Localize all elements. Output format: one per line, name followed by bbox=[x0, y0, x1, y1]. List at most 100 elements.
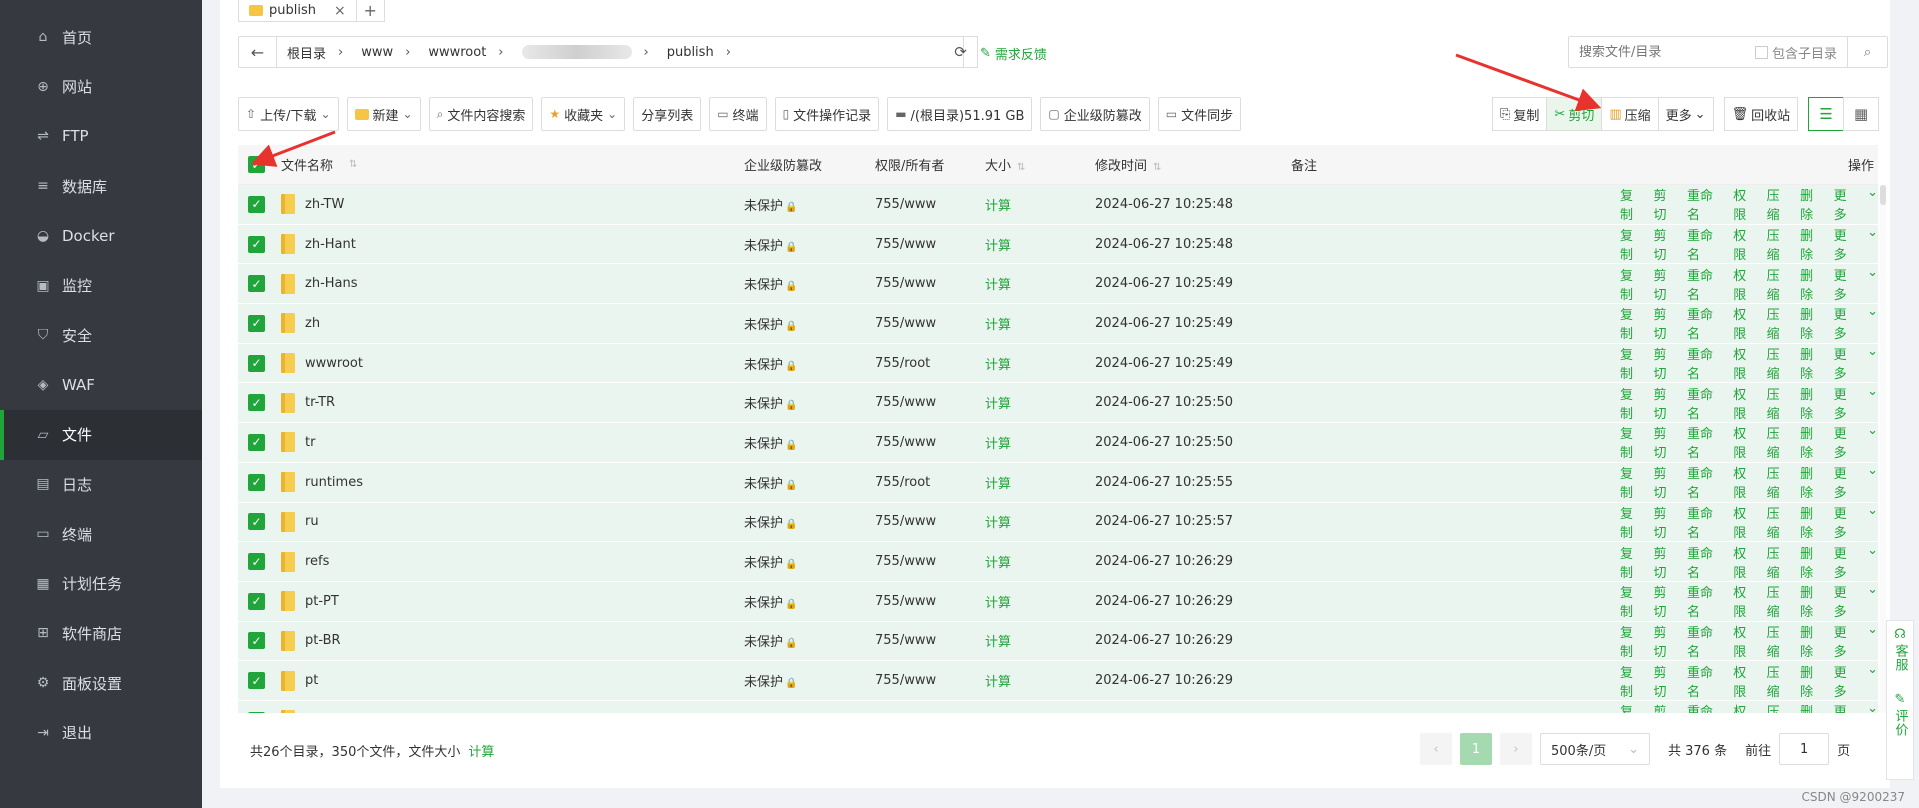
calc-size-link[interactable]: 计算 bbox=[985, 473, 1011, 492]
calc-size-link[interactable]: 计算 bbox=[985, 671, 1011, 690]
file-name-cell[interactable]: ru bbox=[281, 511, 319, 532]
calc-size-link[interactable]: 计算 bbox=[985, 711, 1011, 713]
file-name-cell[interactable]: zh-TW bbox=[281, 194, 344, 215]
table-row[interactable]: ✓ pt 未保护 🔒 755/www 计算 2024-06-27 10:26:29 复制 剪切重… bbox=[238, 661, 1878, 701]
row-op-0[interactable]: 复制 bbox=[1620, 423, 1645, 461]
sidebar-item-10[interactable]: ▭ 终端 bbox=[0, 509, 202, 559]
permission-cell[interactable]: 755/www bbox=[875, 514, 936, 529]
row-op-6[interactable]: 更多 bbox=[1834, 582, 1859, 620]
file-name-cell[interactable]: zh bbox=[281, 313, 320, 334]
header-name[interactable]: 文件名称 ⇅ bbox=[281, 155, 357, 174]
row-op-5[interactable]: 删除 bbox=[1800, 463, 1825, 501]
breadcrumb-root[interactable]: 根目录 › bbox=[277, 43, 351, 62]
row-op-1[interactable]: 剪切 bbox=[1653, 304, 1678, 342]
row-op-0[interactable]: 复制 bbox=[1620, 582, 1645, 620]
row-op-2[interactable]: 重命名 bbox=[1687, 582, 1725, 620]
row-checkbox[interactable]: ✓ bbox=[248, 195, 265, 213]
include-subdir-checkbox[interactable]: 包含子目录 bbox=[1754, 43, 1847, 62]
refresh-icon[interactable]: ⟳ bbox=[944, 36, 978, 68]
row-op-6[interactable]: 更多 bbox=[1834, 622, 1859, 660]
permission-cell[interactable]: 755/www bbox=[875, 673, 936, 688]
permission-cell[interactable]: 755/www bbox=[875, 237, 936, 252]
row-op-0[interactable]: 复制 bbox=[1620, 503, 1645, 541]
row-checkbox[interactable]: ✓ bbox=[248, 314, 265, 332]
row-op-4[interactable]: 压缩 bbox=[1767, 662, 1792, 700]
row-op-0[interactable]: 复制 bbox=[1620, 662, 1645, 700]
row-op-6[interactable]: 更多 bbox=[1834, 304, 1859, 342]
row-op-4[interactable]: 压缩 bbox=[1767, 225, 1792, 263]
row-op-2[interactable]: 重命名 bbox=[1687, 543, 1725, 581]
row-op-0[interactable]: 复制 bbox=[1620, 622, 1645, 660]
batch-more-button[interactable]: 更多 ⌄ bbox=[1657, 97, 1714, 131]
row-op-3[interactable]: 权限 bbox=[1733, 503, 1758, 541]
table-row[interactable]: ✓ zh 未保护 🔒 755/www 计算 2024-06-27 10:25:49 复制 剪切重… bbox=[238, 304, 1878, 344]
row-checkbox[interactable]: ✓ bbox=[248, 711, 265, 713]
favorites-button[interactable]: ★ 收藏夹 ⌄ bbox=[541, 97, 626, 131]
permission-cell[interactable]: 755/root bbox=[875, 356, 930, 371]
sidebar-item-9[interactable]: ▤ 日志 bbox=[0, 459, 202, 509]
file-name-cell[interactable]: runtimes bbox=[281, 472, 363, 493]
file-name-cell[interactable]: zh-Hans bbox=[281, 273, 358, 294]
row-op-2[interactable]: 重命名 bbox=[1687, 622, 1725, 660]
permission-cell[interactable]: 755/www bbox=[875, 633, 936, 648]
row-op-0[interactable]: 复制 bbox=[1620, 543, 1645, 581]
close-icon[interactable]: × bbox=[334, 3, 346, 19]
row-op-1[interactable]: 剪切 bbox=[1653, 582, 1678, 620]
row-op-1[interactable]: 剪切 bbox=[1653, 225, 1678, 263]
row-op-1[interactable]: 剪切 bbox=[1653, 701, 1678, 713]
breadcrumb-redacted[interactable]: › bbox=[512, 45, 657, 60]
row-op-6[interactable]: 更多 bbox=[1834, 503, 1859, 541]
share-list-button[interactable]: 分享列表 bbox=[633, 97, 702, 131]
permission-cell[interactable]: 755/root bbox=[875, 475, 930, 490]
protect-status[interactable]: 未保护🔒 bbox=[744, 512, 797, 531]
row-op-3[interactable]: 权限 bbox=[1733, 265, 1758, 303]
calc-size-link[interactable]: 计算 bbox=[985, 393, 1011, 412]
table-row[interactable]: ✓ zh-TW 未保护 🔒 755/www 计算 2024-06-27 10:25:48 复制… bbox=[238, 185, 1878, 225]
row-op-4[interactable]: 压缩 bbox=[1767, 543, 1792, 581]
table-row[interactable]: ✓ tr 未保护 🔒 755/www 计算 2024-06-27 10:25:50 复制 剪切重… bbox=[238, 423, 1878, 463]
sidebar-item-12[interactable]: ⊞ 软件商店 bbox=[0, 608, 202, 658]
row-op-1[interactable]: 剪切 bbox=[1653, 423, 1678, 461]
breadcrumb-publish[interactable]: publish › bbox=[657, 45, 739, 60]
sidebar-item-11[interactable]: ▦ 计划任务 bbox=[0, 559, 202, 609]
file-name-cell[interactable]: pl bbox=[281, 710, 317, 713]
row-op-6[interactable]: 更多 bbox=[1834, 185, 1859, 223]
table-row[interactable]: ✓ zh-Hant 未保护 🔒 755/www 计算 2024-06-27 10:25:48… bbox=[238, 224, 1878, 265]
row-op-5[interactable]: 删除 bbox=[1800, 423, 1825, 461]
protect-status[interactable]: 未保护🔒 bbox=[744, 711, 797, 713]
row-checkbox[interactable]: ✓ bbox=[248, 672, 265, 690]
table-row[interactable]: ✓ pt-BR 未保护 🔒 755/www 计算 2024-06-27 10:26:29 复制… bbox=[238, 621, 1878, 662]
file-sync-button[interactable]: ▭ 文件同步 bbox=[1157, 97, 1242, 131]
file-name-cell[interactable]: zh-Hant bbox=[281, 234, 356, 255]
row-op-1[interactable]: 剪切 bbox=[1653, 463, 1678, 501]
row-op-5[interactable]: 删除 bbox=[1800, 662, 1825, 700]
table-row[interactable]: ✓ refs 未保护 🔒 755/www 计算 2024-06-27 10:26:29 复制剪… bbox=[238, 542, 1878, 582]
select-all-checkbox[interactable]: ✓ bbox=[248, 156, 265, 173]
row-op-3[interactable]: 权限 bbox=[1733, 185, 1758, 223]
row-op-4[interactable]: 压缩 bbox=[1767, 503, 1792, 541]
row-op-4[interactable]: 压缩 bbox=[1767, 582, 1792, 620]
row-op-2[interactable]: 重命名 bbox=[1687, 463, 1725, 501]
upload-download-button[interactable]: ⇧ 上传/下载 ⌄ bbox=[238, 97, 339, 131]
row-op-2[interactable]: 重命名 bbox=[1687, 662, 1725, 700]
row-op-5[interactable]: 删除 bbox=[1800, 225, 1825, 263]
calc-size-link[interactable]: 计算 bbox=[985, 235, 1011, 254]
row-op-5[interactable]: 删除 bbox=[1800, 344, 1825, 382]
row-checkbox[interactable]: ✓ bbox=[248, 553, 265, 571]
row-op-6[interactable]: 更多 bbox=[1834, 463, 1859, 501]
row-op-3[interactable]: 权限 bbox=[1733, 622, 1758, 660]
row-checkbox[interactable]: ✓ bbox=[248, 394, 265, 412]
batch-cut-button[interactable]: ✂ 剪切 bbox=[1546, 97, 1603, 131]
new-button[interactable]: 新建 ⌄ bbox=[346, 97, 421, 131]
file-name-cell[interactable]: pt bbox=[281, 670, 318, 691]
calc-size-link[interactable]: 计算 bbox=[985, 354, 1011, 373]
breadcrumb-wwwroot[interactable]: wwwroot › bbox=[418, 45, 511, 60]
row-op-6[interactable]: 更多 bbox=[1834, 662, 1859, 700]
content-search-button[interactable]: ⌕ 文件内容搜索 bbox=[428, 97, 534, 131]
protect-status[interactable]: 未保护🔒 bbox=[744, 552, 797, 571]
row-op-5[interactable]: 删除 bbox=[1800, 582, 1825, 620]
disk-button[interactable]: ▬/(根目录)51.91 GB bbox=[887, 97, 1033, 131]
row-op-1[interactable]: 剪切 bbox=[1653, 384, 1678, 422]
row-op-2[interactable]: 重命名 bbox=[1687, 503, 1725, 541]
sidebar-item-3[interactable]: ≡ 数据库 bbox=[0, 161, 202, 211]
